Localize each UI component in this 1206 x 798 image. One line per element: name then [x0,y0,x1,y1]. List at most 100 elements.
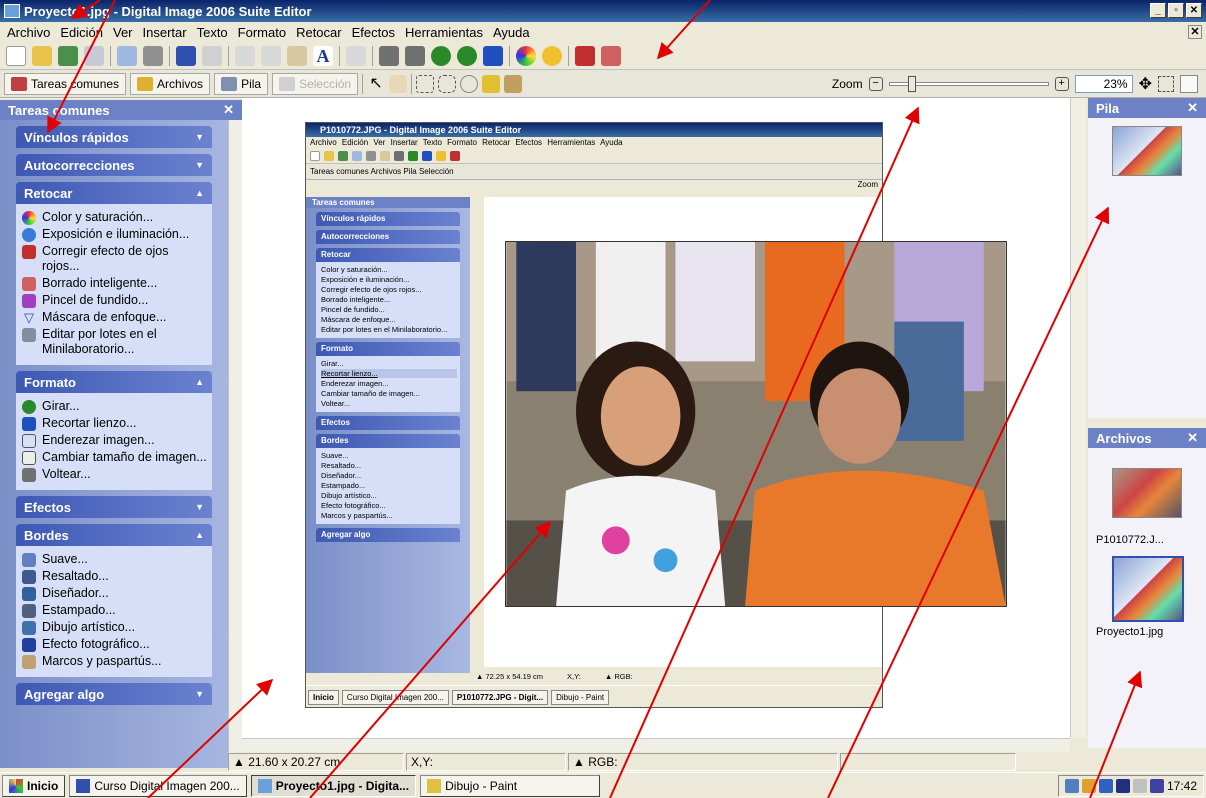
pointer-icon[interactable]: ↖ [367,75,385,93]
menu-edicion[interactable]: Edición [55,25,108,40]
menu-archivo[interactable]: Archivo [2,25,55,40]
new-file-icon[interactable] [6,45,26,66]
start-button[interactable]: Inicio [2,774,66,797]
retocar-header[interactable]: Retocar ▲ [16,182,212,204]
brush-icon[interactable] [504,74,523,93]
zoom-slider[interactable] [888,76,1049,92]
efectos-header[interactable]: Efectos ▼ [16,496,212,518]
task-recortar[interactable]: Recortar lienzo... [22,416,208,431]
file-item-selected[interactable]: Proyecto1.jpg [1088,546,1206,638]
task-mascara[interactable]: ▽ Máscara de enfoque... [22,310,208,325]
close-icon[interactable]: ✕ [1187,100,1198,116]
keyboard-icon[interactable] [1115,779,1130,793]
file-item[interactable]: P1010772.J... [1088,448,1206,546]
hand-icon[interactable] [389,74,408,93]
rotate-left-icon[interactable] [431,45,451,66]
zoom-in-button[interactable]: + [1054,77,1069,91]
task-estampado[interactable]: Estampado... [22,603,208,618]
magnifier-icon[interactable] [460,74,479,93]
menu-formato[interactable]: Formato [233,25,291,40]
dropper-icon[interactable] [346,45,366,66]
document-close-button[interactable]: ✕ [1188,25,1202,39]
menu-ayuda[interactable]: Ayuda [488,25,535,40]
menu-insertar[interactable]: Insertar [138,25,192,40]
task-cambiar-tamano[interactable]: Cambiar tamaño de imagen... [22,450,208,465]
zoom-input[interactable]: 23% [1074,75,1133,93]
menu-ver[interactable]: Ver [108,25,138,40]
copy-icon[interactable] [261,45,281,66]
tab-pila[interactable]: Pila [214,72,269,95]
open-folder-icon[interactable] [32,45,52,66]
rotate-right-icon[interactable] [457,45,477,66]
network-icon[interactable] [1064,779,1079,793]
email-icon[interactable] [117,45,137,66]
security-icon[interactable] [1081,779,1096,793]
fit-icon[interactable]: ✥ [1139,74,1152,94]
zoom-out-button[interactable]: − [868,77,883,91]
task-minilab[interactable]: Editar por lotes en el Minilaboratorio..… [22,327,208,357]
close-icon[interactable]: ✕ [1187,430,1198,446]
save-icon[interactable] [84,45,104,66]
formato-header[interactable]: Formato ▲ [16,371,212,393]
task-curso[interactable]: Curso Digital Imagen 200... [69,774,247,797]
flip-icon[interactable] [379,45,399,66]
task-pincel[interactable]: Pincel de fundido... [22,293,208,308]
minimize-button[interactable]: _ [1150,3,1166,18]
text-tool-icon[interactable]: A [313,45,333,66]
zoom-slider-knob[interactable] [907,76,916,92]
task-efecto-fotografico[interactable]: Efecto fotográfico... [22,637,208,652]
task-girar[interactable]: Girar... [22,399,208,414]
scan-icon[interactable] [58,45,78,66]
task-exposicion[interactable]: Exposición e iluminación... [22,227,208,242]
tab-seleccion[interactable]: Selección [272,72,359,95]
print-icon[interactable] [143,45,163,66]
close-icon[interactable]: ✕ [223,102,234,118]
volume-icon[interactable] [1132,779,1147,793]
task-proyecto[interactable]: Proyecto1.jpg - Digita... [250,774,417,797]
autocorrecciones-header[interactable]: Autocorrecciones ▼ [16,154,212,176]
crop-icon[interactable] [483,45,503,66]
task-ojos-rojos[interactable]: Corregir efecto de ojos rojos... [22,244,208,274]
lasso-icon[interactable] [438,74,457,93]
canvas-vertical-scrollbar[interactable] [1070,98,1086,738]
rect-select-icon[interactable] [416,74,435,93]
task-enderezar[interactable]: Enderezar imagen... [22,433,208,448]
task-color-saturacion[interactable]: Color y saturación... [22,210,208,225]
task-disenador[interactable]: Diseñador... [22,586,208,601]
menu-retocar[interactable]: Retocar [291,25,347,40]
hand-pan-icon[interactable] [1180,75,1198,93]
menu-efectos[interactable]: Efectos [347,25,400,40]
stack-thumbnail[interactable] [1112,126,1182,176]
menu-herramientas[interactable]: Herramientas [400,25,488,40]
menu-texto[interactable]: Texto [192,25,233,40]
bordes-header[interactable]: Bordes ▲ [16,524,212,546]
color-icon[interactable] [516,45,536,66]
canvas-horizontal-scrollbar[interactable] [242,738,1070,752]
paste-icon[interactable] [287,45,307,66]
smart-erase-icon[interactable] [601,45,621,66]
mirror-icon[interactable] [405,45,425,66]
task-dibujo-artistico[interactable]: Dibujo artístico... [22,620,208,635]
vinculos-header[interactable]: Vínculos rápidos ▼ [16,126,212,148]
tab-archivos[interactable]: Archivos [130,72,211,95]
agregar-header[interactable]: Agregar algo ▼ [16,683,212,705]
update-icon[interactable] [1098,779,1113,793]
task-suave[interactable]: Suave... [22,552,208,567]
maximize-button[interactable]: ▫ [1168,3,1184,18]
red-eye-icon[interactable] [575,45,595,66]
task-pane-scrollbar[interactable] [228,120,242,760]
tray-icon[interactable] [1149,779,1164,793]
actual-size-icon[interactable] [1158,76,1174,92]
tab-tareas-comunes[interactable]: Tareas comunes [4,72,127,95]
cut-icon[interactable] [235,45,255,66]
undo-icon[interactable] [176,45,196,66]
task-voltear[interactable]: Voltear... [22,467,208,482]
brightness-icon[interactable] [542,45,562,66]
magic-wand-icon[interactable] [482,74,501,93]
redo-icon[interactable] [202,45,222,66]
close-button[interactable]: ✕ [1186,3,1202,18]
task-borrado[interactable]: Borrado inteligente... [22,276,208,291]
task-paint[interactable]: Dibujo - Paint [420,774,601,797]
task-marcos[interactable]: Marcos y paspartús... [22,654,208,669]
task-resaltado[interactable]: Resaltado... [22,569,208,584]
